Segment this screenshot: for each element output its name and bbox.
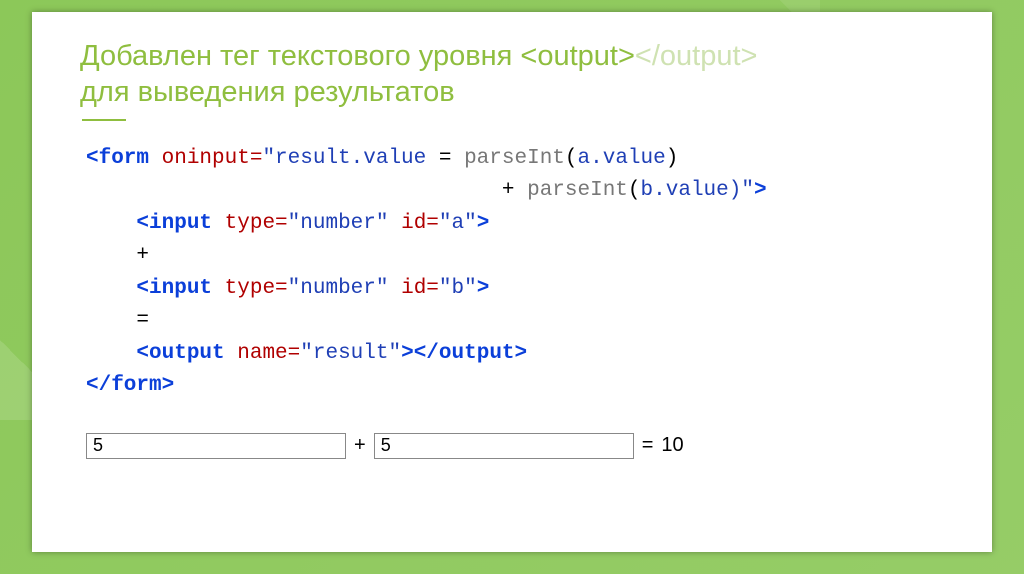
code-l3-tag: <input <box>136 212 212 235</box>
code-l5-indent <box>86 277 136 300</box>
code-l7-indent <box>86 342 136 365</box>
code-l2-argb: b.value <box>641 179 729 202</box>
code-block: <form oninput="result.value = parseInt(a… <box>86 143 944 403</box>
code-l3-attr1: type= <box>212 212 288 235</box>
code-l1-p1c: ) <box>666 147 679 170</box>
input-a[interactable] <box>86 433 346 459</box>
code-l3-indent <box>86 212 136 235</box>
result-row: + = 10 <box>86 433 944 459</box>
code-l4-text: + <box>136 244 149 267</box>
code-l2-indent <box>86 179 502 202</box>
title-text-1: Добавлен тег текстового уровня <box>80 40 520 72</box>
code-l5-attr1: type= <box>212 277 288 300</box>
code-l4-indent <box>86 244 136 267</box>
code-l5-attr2: id= <box>389 277 439 300</box>
code-l7-val: "result" <box>300 342 401 365</box>
code-l3-val1: "number" <box>288 212 389 235</box>
plus-operator: + <box>354 434 366 457</box>
code-l5-tc: > <box>477 277 490 300</box>
code-l2-call: parseInt <box>527 179 628 202</box>
code-l2-p2c: )" <box>729 179 754 202</box>
code-l3-val2: "a" <box>439 212 477 235</box>
code-l1-valopen: "result.value <box>262 147 426 170</box>
title-tag-open: <output> <box>520 40 635 72</box>
code-l1-eq: = <box>426 147 464 170</box>
code-l8-tag: </form> <box>86 374 174 397</box>
code-l3-attr2: id= <box>389 212 439 235</box>
code-l1-tag: <form <box>86 147 149 170</box>
title-text-2: для выведения результатов <box>80 76 455 108</box>
code-l2-plus: + <box>502 179 527 202</box>
code-l7-attr: name= <box>225 342 301 365</box>
code-l2-p2: ( <box>628 179 641 202</box>
code-l6-text: = <box>136 309 149 332</box>
code-l5-val2: "b" <box>439 277 477 300</box>
input-b[interactable] <box>374 433 634 459</box>
code-l1-call: parseInt <box>464 147 565 170</box>
code-l1-arga: a.value <box>578 147 666 170</box>
code-l7-tag: <output <box>136 342 224 365</box>
code-l3-tc: > <box>477 212 490 235</box>
slide-card: Добавлен тег текстового уровня <output><… <box>32 12 992 552</box>
code-l5-tag: <input <box>136 277 212 300</box>
title-accent-rule <box>82 119 126 121</box>
code-l6-indent <box>86 309 136 332</box>
code-l1-p1: ( <box>565 147 578 170</box>
code-l5-val1: "number" <box>288 277 389 300</box>
code-l2-tc: > <box>754 179 767 202</box>
output-value: 10 <box>661 434 683 457</box>
slide-background: Добавлен тег текстового уровня <output><… <box>0 0 1024 574</box>
code-l1-attr: oninput= <box>149 147 262 170</box>
code-l7-mid: > <box>401 342 414 365</box>
code-l7-end: </output> <box>414 342 527 365</box>
slide-title: Добавлен тег текстового уровня <output><… <box>80 38 944 111</box>
title-tag-close: </output> <box>635 40 758 72</box>
equals-operator: = <box>642 434 654 457</box>
